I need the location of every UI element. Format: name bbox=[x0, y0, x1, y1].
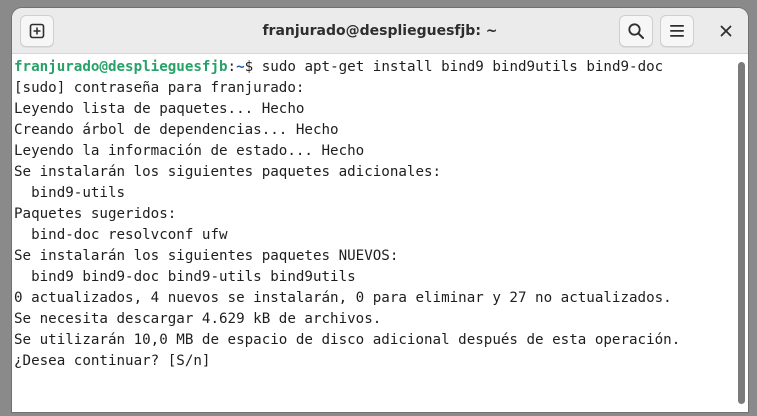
output-line: [sudo] contraseña para franjurado: bbox=[14, 80, 305, 96]
prompt-path: ~ bbox=[236, 59, 245, 75]
search-icon bbox=[628, 23, 644, 39]
prompt-command: sudo apt-get install bind9 bind9utils bi… bbox=[261, 59, 664, 75]
output-line: Se instalarán los siguientes paquetes ad… bbox=[14, 164, 442, 180]
output-line: Leyendo lista de paquetes... Hecho bbox=[14, 101, 305, 117]
prompt-symbol: $ bbox=[244, 59, 262, 75]
output-line: Paquetes sugeridos: bbox=[14, 206, 177, 222]
output-line: bind9-utils bbox=[14, 185, 126, 201]
output-line: 0 actualizados, 4 nuevos se instalarán, … bbox=[14, 290, 672, 306]
title-bar[interactable]: franjurado@desplieguesfjb: ~ bbox=[12, 8, 748, 54]
output-line: Se utilizarán 10,0 MB de espacio de disc… bbox=[14, 332, 681, 348]
close-icon bbox=[720, 25, 732, 37]
vertical-scrollbar[interactable] bbox=[734, 54, 748, 412]
scrollbar-thumb[interactable] bbox=[738, 62, 745, 404]
prompt-user-host: franjurado@desplieguesfjb bbox=[14, 59, 228, 75]
close-button[interactable] bbox=[709, 15, 743, 47]
output-line: bind9 bind9-doc bind9-utils bind9utils bbox=[14, 269, 356, 285]
output-line: Leyendo la información de estado... Hech… bbox=[14, 143, 365, 159]
output-line: Se necesita descargar 4.629 kB de archiv… bbox=[14, 311, 382, 327]
new-tab-button[interactable] bbox=[20, 15, 54, 47]
search-button[interactable] bbox=[619, 15, 653, 47]
prompt-line: franjurado@desplieguesfjb:~$ sudo apt-ge… bbox=[14, 57, 734, 78]
output-line: bind-doc resolvconf ufw bbox=[14, 227, 228, 243]
hamburger-menu-icon bbox=[670, 25, 684, 37]
prompt-separator: : bbox=[227, 59, 237, 75]
menu-button[interactable] bbox=[660, 15, 694, 47]
output-line: Se instalarán los siguientes paquetes NU… bbox=[14, 248, 399, 264]
terminal-window: franjurado@desplieguesfjb: ~ franjurado@… bbox=[12, 8, 748, 412]
new-tab-icon bbox=[29, 23, 45, 39]
terminal-output[interactable]: franjurado@desplieguesfjb:~$ sudo apt-ge… bbox=[12, 54, 734, 412]
output-line: Creando árbol de dependencias... Hecho bbox=[14, 122, 339, 138]
input-prompt-line: ¿Desea continuar? [S/n] bbox=[14, 353, 211, 369]
